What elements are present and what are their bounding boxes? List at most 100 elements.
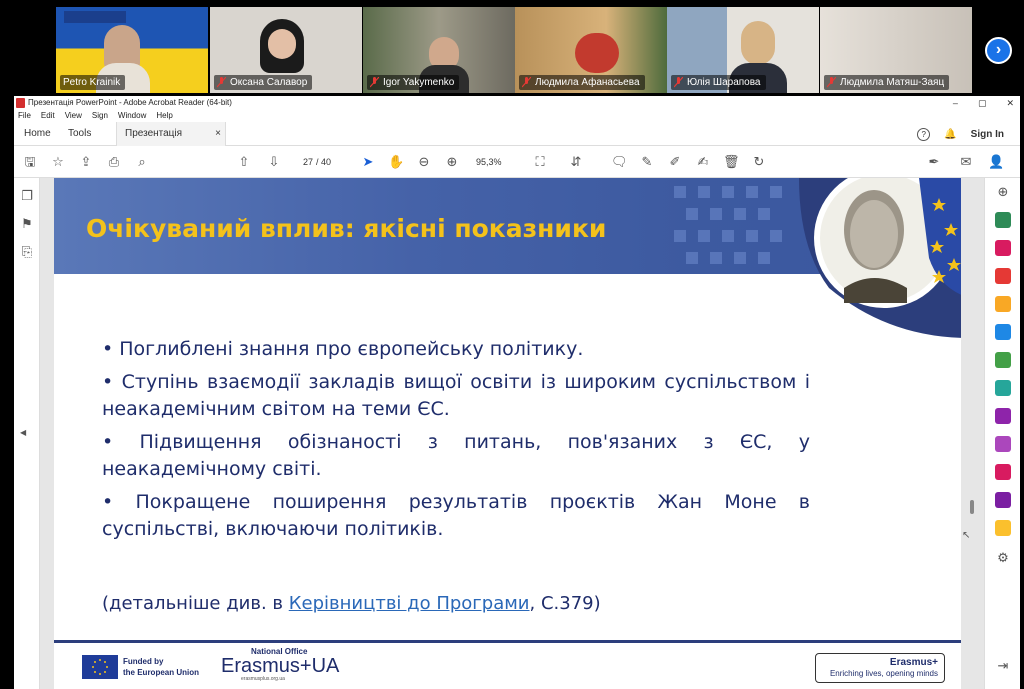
share-user-icon[interactable]: 👤 [988,154,1004,170]
zoom-icon[interactable]: ⊕ [995,184,1011,200]
close-button[interactable]: ✕ [1006,96,1014,110]
upload-icon[interactable]: ⇪ [78,154,94,170]
hand-icon[interactable]: ✋ [388,154,404,170]
mic-off-icon [216,76,227,88]
document-viewer: Очікуваний вплив: якісні показники • Пог… [40,178,984,689]
jean-monnet-portrait [789,178,961,338]
zoom-in-icon[interactable]: ⊕ [444,154,460,170]
fill-sign-icon[interactable]: ✍ [695,154,711,170]
sign-in-button[interactable]: Sign In [971,129,1004,140]
participant-figure [741,21,775,65]
menu-help[interactable]: Help [156,110,172,122]
participant-tile[interactable]: Оксана Салавор [210,7,362,93]
highlight-icon[interactable]: ✎ [639,154,655,170]
zoom-level-select[interactable]: 95,3% [476,155,502,170]
mail-icon[interactable]: ✉ [958,154,974,170]
help-icon[interactable]: ? [917,127,931,141]
export-pdf-icon[interactable] [995,212,1011,228]
sign-icon[interactable]: ✒ [926,154,942,170]
page-total: / 40 [316,157,332,167]
create-pdf-icon[interactable] [995,240,1011,256]
scroll-mode-icon[interactable]: ⇵ [568,154,584,170]
chevron-right-icon[interactable]: › [985,37,1012,64]
tab-home[interactable]: Home [24,122,51,146]
window-titlebar: Презентація PowerPoint - Adobe Acrobat R… [14,96,1020,110]
vertical-scrollbar-thumb[interactable] [970,500,974,514]
menu-file[interactable]: File [18,110,31,122]
rotate-icon[interactable]: ↻ [751,154,767,170]
page-number-input[interactable]: 27 [295,155,313,170]
scan-ocr-icon[interactable] [995,380,1011,396]
comment-tool-icon[interactable] [995,296,1011,312]
participant-figure [268,29,296,59]
edit-pdf-icon[interactable] [995,268,1011,284]
page-down-icon[interactable]: ⇩ [266,154,282,170]
zoom-out-icon[interactable]: ⊖ [416,154,432,170]
menu-window[interactable]: Window [118,110,146,122]
attachment-icon[interactable]: ⎘ [19,244,35,260]
left-nav-panel: ❐ ⚑ ⎘ ◀ [14,178,40,689]
reference-note: (детальніше див. в Керівництві до Програ… [102,593,601,614]
request-signature-icon[interactable] [995,464,1011,480]
minimize-button[interactable]: – [953,96,958,110]
menu-edit[interactable]: Edit [41,110,55,122]
meeting-participant-strip: Petro Krainik Оксана Салавор Igor Yakyme… [0,0,1024,96]
participant-tile[interactable]: Igor Yakymenko [363,7,515,93]
more-tools-icon[interactable]: ⚙ [995,550,1011,566]
programme-guide-link[interactable]: Керівництві до Програми [289,593,530,614]
draw-icon[interactable]: ✐ [667,154,683,170]
mic-off-icon [521,76,532,88]
menu-sign[interactable]: Sign [92,110,108,122]
page-thumbnails-icon[interactable]: ❐ [19,188,35,204]
bullet-item: • Поглиблені знання про європейську полі… [102,338,584,360]
participant-tile[interactable]: Людмила Афанасьева [515,7,667,93]
participant-tile[interactable]: Юлія Шарапова [667,7,819,93]
mic-off-icon [673,76,684,88]
acrobat-window: Презентація PowerPoint - Adobe Acrobat R… [14,96,1020,689]
participant-name: Людмила Афанасьева [519,75,645,90]
tab-tools[interactable]: Tools [68,122,91,146]
tab-bar: Home Tools Презентація Power... × ? 🔔 Si… [14,122,1020,163]
slide-title: Очікуваний вплив: якісні показники [86,214,607,243]
participant-tile[interactable]: Людмила Матяш-Заяц [820,7,972,93]
menu-view[interactable]: View [65,110,82,122]
page-up-icon[interactable]: ⇧ [236,154,252,170]
participant-name: Юлія Шарапова [671,75,766,90]
participant-name: Petro Krainik [60,75,126,90]
bell-icon[interactable]: 🔔 [944,129,956,140]
send-for-comments-icon[interactable] [995,520,1011,536]
funded-by-eu-text: Funded by the European Union [123,657,199,677]
collapse-left-icon[interactable]: ◀ [20,428,26,437]
note-suffix: , С.379) [529,593,601,614]
slide-footer: Funded by the European Union National Of… [54,643,961,689]
participant-tile[interactable]: Petro Krainik [56,7,208,93]
maximize-button[interactable]: ▢ [978,96,987,110]
save-icon[interactable]: 🖫 [22,154,38,170]
organize-pages-icon[interactable] [995,352,1011,368]
bookmark-icon[interactable]: ⚑ [19,216,35,232]
participant-name: Igor Yakymenko [367,75,460,90]
fit-page-icon[interactable]: ⛶ [532,154,548,170]
star-icon[interactable]: ☆ [50,154,66,170]
combine-files-icon[interactable] [995,324,1011,340]
bullet-item: • Ступінь взаємодії закладів вищої освіт… [102,371,810,420]
mic-off-icon [826,76,837,88]
bullet-list: • Поглиблені знання про європейську полі… [102,336,810,549]
window-title: Презентація PowerPoint - Adobe Acrobat R… [28,98,232,107]
comment-icon[interactable]: 🗨 [611,154,628,170]
prepare-form-icon[interactable] [995,492,1011,508]
tab-close-icon[interactable]: × [215,122,221,146]
pdf-page-slide: Очікуваний вплив: якісні показники • Пог… [54,178,961,689]
erasmus-plus-logo: Erasmus+ Enriching lives, opening minds [815,653,945,683]
fill-sign-tool-icon[interactable] [995,408,1011,424]
eu-flag-logo [82,655,118,679]
bullet-item: • Підвищення обізнаності з питань, пов'я… [102,431,810,480]
search-icon[interactable]: ⌕ [134,154,150,170]
collapse-right-icon[interactable]: ⇥ [995,658,1011,674]
delete-icon[interactable]: 🗑 [723,154,740,170]
cursor-icon[interactable]: ➤ [360,154,376,170]
tab-document[interactable]: Презентація Power... × [116,122,226,163]
print-icon[interactable]: ⎙ [106,154,122,170]
protect-icon[interactable] [995,436,1011,452]
mic-off-icon [369,76,380,88]
